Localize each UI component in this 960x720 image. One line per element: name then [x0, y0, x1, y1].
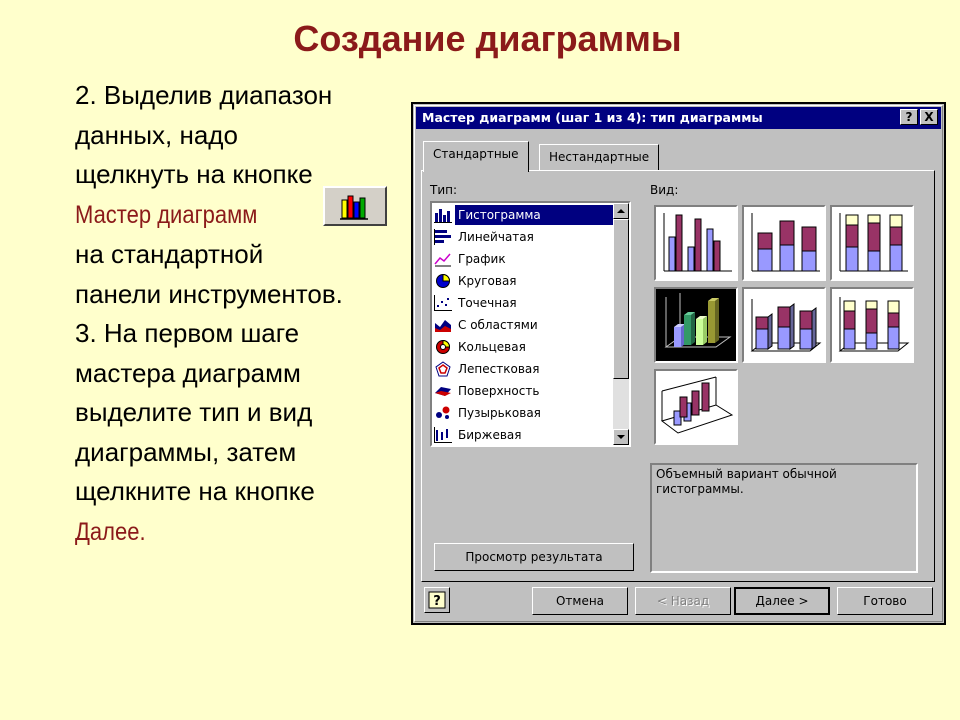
subtype-description: Объемный вариант обычной гистограммы. — [650, 463, 918, 573]
dialog-title: Мастер диаграмм (шаг 1 из 4): тип диагра… — [416, 107, 941, 129]
chart-type-list[interactable]: Гистограмма Линейчатая График Круговая Т… — [430, 201, 631, 447]
list-item[interactable]: Линейчатая — [434, 227, 614, 247]
next-term: Далее. — [75, 517, 146, 546]
help-icon: ? — [428, 591, 446, 609]
arrow-down-icon — [617, 435, 625, 439]
arrow-up-icon — [617, 209, 625, 213]
back-button[interactable]: < Назад — [635, 587, 731, 615]
subtype-stacked-column[interactable] — [742, 205, 826, 281]
text-line: щелкните на кнопке — [75, 476, 315, 506]
close-icon[interactable]: X — [920, 109, 938, 125]
preview-button[interactable]: Просмотр результата — [434, 543, 634, 571]
subtype-clustered-column[interactable] — [654, 205, 738, 281]
finish-button[interactable]: Готово — [837, 587, 933, 615]
list-item[interactable]: Гистограмма — [434, 205, 614, 225]
line-chart-icon — [434, 253, 451, 267]
chart-wizard-dialog: Мастер диаграмм (шаг 1 из 4): тип диагра… — [411, 102, 946, 625]
clustered-column-thumb — [663, 213, 732, 272]
chart-wizard-term: Мастер диаграмм — [75, 200, 258, 229]
instruction-text: 2. Выделив диапазон данных, надо щелкнут… — [75, 76, 415, 552]
list-scrollbar[interactable] — [613, 203, 629, 445]
view-label: Вид: — [650, 183, 679, 197]
list-item[interactable]: Пузырьковая — [434, 403, 614, 423]
scatter-chart-icon — [434, 295, 452, 311]
list-item[interactable]: Круговая — [434, 271, 614, 291]
list-item[interactable]: Лепестковая — [434, 359, 614, 379]
3d-stacked-column-thumb — [750, 299, 822, 352]
svg-text:?: ? — [433, 594, 441, 609]
percent-stacked-column-thumb — [839, 213, 908, 272]
chart-wizard-icon — [340, 195, 368, 220]
bar-chart-icon — [434, 229, 451, 245]
text-line: диаграммы, затем — [75, 436, 297, 467]
scroll-thumb[interactable] — [613, 219, 629, 379]
subtype-3d-100-stacked-column[interactable] — [830, 287, 914, 363]
list-item[interactable]: С областями — [434, 315, 614, 335]
3d-clustered-column-thumb — [664, 293, 732, 348]
pie-chart-icon — [436, 273, 451, 288]
list-item[interactable]: Точечная — [434, 293, 614, 313]
stacked-column-thumb — [751, 213, 820, 272]
tab-custom[interactable]: Нестандартные — [539, 144, 660, 170]
cancel-button[interactable]: Отмена — [532, 587, 628, 615]
subtype-100-stacked-column[interactable] — [830, 205, 914, 281]
list-item[interactable]: Поверхность — [434, 381, 614, 401]
list-item[interactable]: График — [434, 249, 614, 269]
next-button[interactable]: Далее > — [734, 587, 830, 615]
subtype-3d-stacked-column[interactable] — [742, 287, 826, 363]
text-line: панели инструментов. — [75, 278, 343, 309]
scroll-up-button[interactable] — [613, 203, 629, 219]
list-item[interactable]: Кольцевая — [434, 337, 614, 357]
text-line: на стандартной — [75, 239, 264, 269]
column-chart-icon — [434, 209, 452, 223]
area-chart-icon — [435, 320, 451, 332]
bubble-chart-icon — [436, 406, 450, 419]
tab-standard[interactable]: Стандартные — [423, 141, 529, 172]
radar-chart-icon — [435, 361, 451, 377]
text-line: данных, надо — [75, 119, 238, 150]
doughnut-chart-icon — [436, 339, 451, 354]
chart-wizard-toolbar-button[interactable] — [323, 186, 387, 226]
3d-percent-stacked-column-thumb — [838, 297, 910, 352]
3d-column-thumb — [660, 376, 734, 434]
slide-title: Создание диаграммы — [293, 18, 682, 59]
text-line: 3. На первом шаге — [75, 318, 300, 348]
help-button[interactable]: ? — [424, 587, 450, 613]
text-line: выделите тип и вид — [75, 397, 313, 427]
text-line: 2. Выделив диапазон — [75, 80, 333, 110]
surface-chart-icon — [435, 387, 451, 396]
help-title-button[interactable]: ? — [900, 109, 918, 125]
list-item[interactable]: Биржевая — [434, 425, 614, 445]
text-line: мастера диаграмм — [75, 357, 301, 388]
stock-chart-icon — [434, 427, 452, 443]
type-label: Тип: — [430, 183, 458, 197]
subtype-3d-clustered-column[interactable] — [654, 287, 738, 363]
scroll-down-button[interactable] — [613, 429, 629, 445]
tab-panel: Тип: Вид: Гистограмма Линейчатая График … — [421, 170, 935, 582]
subtype-3d-column[interactable] — [654, 369, 738, 445]
